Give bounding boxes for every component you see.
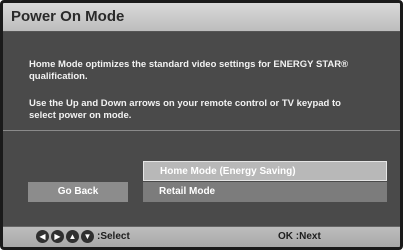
title-bar: Power On Mode [3,3,400,32]
tv-menu-screen: Power On Mode Home Mode optimizes the st… [0,0,403,250]
footer-bar: ◀ ▶ ▲ ▼ :Select OK :Next [3,226,400,247]
option-retail-mode[interactable]: Retail Mode [143,182,387,202]
description-paragraph-1: Home Mode optimizes the standard video s… [29,59,349,82]
page-title: Power On Mode [11,8,125,25]
go-back-button[interactable]: Go Back [28,182,128,202]
description-paragraph-2: Use the Up and Down arrows on your remot… [29,98,341,121]
divider [3,130,400,131]
up-arrow-icon: ▲ [66,230,79,243]
left-arrow-icon: ◀ [36,230,49,243]
option-home-mode[interactable]: Home Mode (Energy Saving) [143,161,387,181]
right-arrow-icon: ▶ [51,230,64,243]
select-hint: :Select [97,231,130,242]
navigation-arrows: ◀ ▶ ▲ ▼ [36,230,94,243]
down-arrow-icon: ▼ [81,230,94,243]
next-hint: OK :Next [278,231,321,242]
